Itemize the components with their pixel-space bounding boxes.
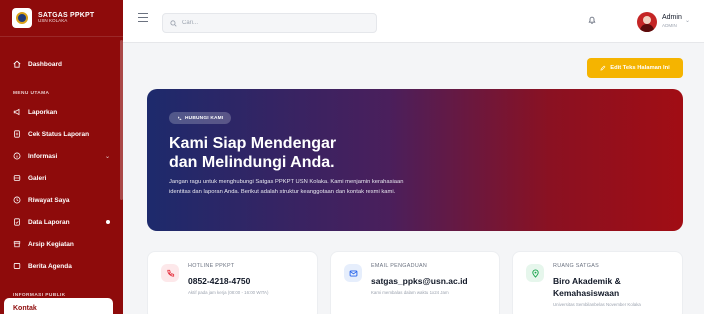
- sidebar-item-laporkan[interactable]: Laporkan: [0, 101, 123, 123]
- sidebar-item-data-laporan[interactable]: Data Laporan: [0, 211, 123, 233]
- user-role: ADMIN: [662, 23, 677, 28]
- notification-dot: [106, 220, 110, 224]
- edit-button-label: Edit Teks Halaman Ini: [610, 65, 670, 71]
- card-subtext: Kami membalas dalam waktu 1x24 Jam: [371, 290, 449, 295]
- chevron-down-icon: ⌄: [104, 153, 110, 160]
- sidebar-item-label: Arsip Kegiatan: [28, 240, 74, 248]
- gallery-icon: [13, 174, 21, 182]
- history-icon: [13, 196, 21, 204]
- phone-icon: [178, 116, 182, 120]
- archive-icon: [13, 240, 21, 248]
- topbar: Admin ADMIN ⌄: [123, 0, 704, 43]
- hero-desc-line-2: identitas dan laporan Anda. Berikut adal…: [169, 189, 396, 195]
- hero-title: Kami Siap Mendengar dan Melindungi Anda.: [169, 134, 336, 172]
- sidebar-item-dashboard[interactable]: Dashboard: [0, 53, 123, 75]
- card-label: HOTLINE PPKPT: [188, 263, 235, 269]
- card-label: EMAIL PENGADUAN: [371, 263, 428, 269]
- card-value[interactable]: 0852-4218-4750: [188, 275, 250, 287]
- logo: [12, 8, 32, 28]
- search-box[interactable]: [162, 13, 377, 33]
- hero-banner: HUBUNGI KAMI Kami Siap Mendengar dan Mel…: [147, 89, 683, 231]
- card-label: RUANG SATGAS: [553, 263, 600, 269]
- sidebar-item-arsip[interactable]: Arsip Kegiatan: [0, 233, 123, 255]
- sidebar-item-label: Laporkan: [28, 108, 58, 116]
- home-icon: [13, 60, 21, 68]
- sidebar-item-label: Riwayat Saya: [28, 196, 70, 204]
- sidebar-item-informasi[interactable]: Informasi ⌄: [0, 145, 123, 167]
- sidebar-scrollbar[interactable]: [120, 40, 123, 200]
- card-subtext: Aktif pada jam kerja (08:00 - 16:00 WITA…: [188, 290, 269, 295]
- sidebar-item-label: Informasi: [28, 152, 58, 160]
- card-value[interactable]: satgas_ppks@usn.ac.id: [371, 275, 468, 287]
- avatar[interactable]: [637, 12, 657, 32]
- sidebar-item-riwayat[interactable]: Riwayat Saya: [0, 189, 123, 211]
- sidebar-item-galeri[interactable]: Galeri: [0, 167, 123, 189]
- section-menu-utama: MENU UTAMA: [13, 91, 50, 96]
- contact-card-hotline: HOTLINE PPKPT 0852-4218-4750 Aktif pada …: [147, 251, 318, 314]
- contact-card-email: EMAIL PENGADUAN satgas_ppks@usn.ac.id Ka…: [330, 251, 500, 314]
- info-icon: [13, 152, 21, 160]
- contact-card-ruang: RUANG SATGAS Biro Akademik & Kemahasiswa…: [512, 251, 683, 314]
- card-subtext: Universitas Sembilanbelas November Kolak…: [553, 302, 641, 307]
- brand-subtitle: USN KOLAKA: [38, 18, 68, 24]
- hero-badge: HUBUNGI KAMI: [169, 112, 232, 124]
- phone-icon: [161, 264, 179, 282]
- hero-title-line-1: Kami Siap Mendengar: [169, 135, 337, 152]
- folder-icon: [13, 218, 21, 226]
- sidebar: SATGAS PPKPT USN KOLAKA Dashboard MENU U…: [0, 0, 123, 314]
- edit-icon: [600, 65, 606, 71]
- sidebar-item-cek-status[interactable]: Cek Status Laporan: [0, 123, 123, 145]
- document-icon: [13, 130, 21, 138]
- sidebar-item-label: Galeri: [28, 174, 47, 182]
- chevron-down-icon[interactable]: ⌄: [685, 17, 690, 24]
- search-icon: [170, 19, 177, 27]
- card-value: Biro Akademik & Kemahasiswaan: [553, 275, 621, 299]
- card-value-line-1: Biro Akademik &: [553, 276, 621, 286]
- hero-description: Jangan ragu untuk menghubungi Satgas PPK…: [169, 177, 489, 197]
- edit-page-text-button[interactable]: Edit Teks Halaman Ini: [587, 58, 683, 78]
- hero-desc-line-1: Jangan ragu untuk menghubungi Satgas PPK…: [169, 179, 404, 185]
- sidebar-item-label: Data Laporan: [28, 218, 70, 226]
- sidebar-item-label: Dashboard: [28, 60, 62, 68]
- search-input[interactable]: [182, 20, 362, 26]
- card-value-line-2: Kemahasiswaan: [553, 288, 620, 298]
- news-icon: [13, 262, 21, 270]
- hero-title-line-2: dan Melindungi Anda.: [169, 154, 335, 171]
- sidebar-item-label: Cek Status Laporan: [28, 130, 90, 138]
- menu-toggle-icon[interactable]: [138, 13, 148, 23]
- mail-icon: [344, 264, 362, 282]
- sidebar-item-berita[interactable]: Berita Agenda: [0, 255, 123, 277]
- brand[interactable]: SATGAS PPKPT USN KOLAKA: [0, 0, 123, 37]
- megaphone-icon: [13, 108, 21, 116]
- hero-badge-label: HUBUNGI KAMI: [185, 115, 224, 121]
- bell-icon[interactable]: [587, 15, 597, 25]
- location-icon: [526, 264, 544, 282]
- sidebar-item-label: Berita Agenda: [28, 262, 72, 270]
- user-name[interactable]: Admin: [662, 14, 682, 21]
- sidebar-item-kontak[interactable]: Kontak: [4, 298, 113, 314]
